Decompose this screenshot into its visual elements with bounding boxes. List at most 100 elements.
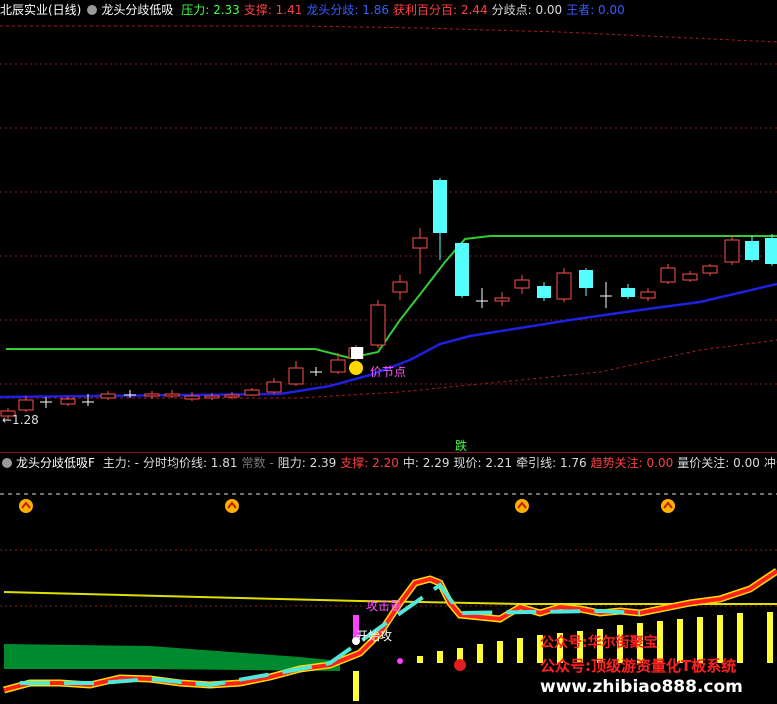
main-field-value-1: 1.41 <box>271 3 303 17</box>
main-field-label-0: 压力: <box>181 3 210 17</box>
candle-body <box>266 381 282 393</box>
sub-field-label-2: 常数 <box>241 456 266 470</box>
candle-body <box>392 281 408 293</box>
candle-body <box>370 304 386 346</box>
candle-body <box>514 279 530 289</box>
candle-body <box>765 238 777 264</box>
sub-indicator-fields: 主力: - 分时均价线: 1.81 常数 - 阻力: 2.39 支撑: 2.20 中: 2… <box>103 456 777 470</box>
candlestick-chart <box>0 25 777 420</box>
sub-field-value-7: 1.76 <box>556 456 587 470</box>
candle-body <box>433 180 447 233</box>
attack-start-label: 开始攻 <box>356 629 393 643</box>
volume-bar <box>353 671 359 701</box>
main-indicator-fields: 压力: 2.33 支撑: 1.41 龙头分歧: 1.86 获利百分百: 2.44 分歧点… <box>181 3 629 17</box>
candle-body <box>537 286 551 298</box>
volume-bar <box>767 612 773 663</box>
sub-field-label-8: 趋势关注: <box>590 456 643 470</box>
sub-field-label-10: 冲击量: <box>763 456 777 470</box>
sub-indicator-name[interactable]: 龙头分歧低吸F <box>16 456 95 470</box>
warning-icon <box>225 499 239 513</box>
sub-field-label-3: 阻力: <box>277 456 306 470</box>
resistance-envelope <box>0 25 777 43</box>
sub-field-value-3: 2.39 <box>305 456 337 470</box>
main-field-value-4: 0.00 <box>531 3 563 17</box>
candle-body <box>184 395 200 400</box>
sub-field-label-9: 量价关注: <box>677 456 730 470</box>
candle-body <box>702 265 718 274</box>
candle-body <box>244 389 260 396</box>
sub-field-label-5: 中: <box>402 456 419 470</box>
candle-body <box>144 393 160 397</box>
sub-field-label-7: 牵引线: <box>516 456 557 470</box>
candle-body <box>579 270 593 288</box>
candle-body <box>724 239 740 263</box>
main-field-label-5: 王者: <box>566 3 595 17</box>
attack-volume-label: 攻击量 <box>366 599 403 613</box>
volume-bar <box>517 638 523 663</box>
volume-bar <box>477 644 483 663</box>
sub-field-value-2: - <box>265 456 274 470</box>
magenta-dot <box>397 658 403 664</box>
candle-body <box>164 393 180 397</box>
main-field-value-0: 2.33 <box>209 3 240 17</box>
sub-field-label-6: 现价: <box>453 456 482 470</box>
volume-bar <box>437 651 443 663</box>
warning-icon <box>19 499 33 513</box>
candle-body <box>60 398 76 405</box>
volume-bar <box>737 613 743 663</box>
main-field-value-3: 2.44 <box>457 3 488 17</box>
main-field-value-2: 1.86 <box>358 3 389 17</box>
candle-body <box>660 267 676 283</box>
candle-body <box>288 367 304 385</box>
sub-field-value-9: 0.00 <box>729 456 760 470</box>
settings-circle-icon[interactable] <box>87 5 98 15</box>
candle-body <box>204 395 220 399</box>
watermark-1: 公众号:华尔街聚宝 <box>540 635 658 651</box>
candle-body <box>682 273 698 281</box>
candle-body <box>455 243 469 296</box>
candle-body <box>621 288 635 297</box>
price-pointer-label: ←1.28 <box>2 413 39 427</box>
main-field-label-4: 分歧点: <box>491 3 532 17</box>
candle-body <box>18 399 34 411</box>
watermark-3: www.zhibiao888.com <box>540 677 743 697</box>
sub-field-value-8: 0.00 <box>642 456 674 470</box>
sub-field-label-0: 主力: <box>102 456 131 470</box>
node-label: 价节点 <box>370 365 407 379</box>
main-indicator-name[interactable]: 龙头分歧低吸 <box>101 3 173 17</box>
watermark-2: 公众号:顶级游资量化T板系统 <box>540 657 737 675</box>
main-indicator-header: 北辰实业(日线) 龙头分歧低吸 压力: 2.33 支撑: 1.41 龙头分歧: 1.8… <box>0 0 777 20</box>
candle-body <box>494 297 510 302</box>
sub-field-value-4: 2.20 <box>368 456 399 470</box>
sub-indicator-header: 龙头分歧低吸F 主力: - 分时均价线: 1.81 常数 - 阻力: 2.39 支撑: … <box>0 453 777 473</box>
main-force-area <box>4 644 340 671</box>
candle-body <box>556 272 572 300</box>
candle-body <box>330 359 346 373</box>
sub-field-value-1: 1.81 <box>206 456 238 470</box>
main-field-label-2: 龙头分歧: <box>306 3 359 17</box>
divergence-line <box>0 282 777 399</box>
candle-body <box>745 241 759 260</box>
sub-field-value-0: - <box>130 456 139 470</box>
warning-icon <box>515 499 529 513</box>
smile-icon <box>349 361 363 375</box>
main-field-value-5: 0.00 <box>594 3 625 17</box>
volume-bar <box>417 656 423 663</box>
sub-field-value-5: 2.29 <box>418 456 450 470</box>
candle-body <box>640 291 656 299</box>
candle-body <box>100 393 116 399</box>
red-ball-icon <box>454 659 466 671</box>
main-field-label-3: 获利百分百: <box>393 3 458 17</box>
sub-field-value-6: 2.21 <box>481 456 513 470</box>
sub-field-label-4: 支撑: <box>340 456 369 470</box>
stock-name: 北辰实业(日线) <box>0 3 82 17</box>
sub-field-label-1: 分时均价线: <box>142 456 207 470</box>
warning-icon <box>661 499 675 513</box>
candle-body <box>224 394 240 398</box>
signal-candle <box>351 347 363 359</box>
candle-body <box>412 237 428 249</box>
main-field-label-1: 支撑: <box>243 3 272 17</box>
settings-circle-icon[interactable] <box>2 458 12 468</box>
pressure-line <box>6 235 777 360</box>
volume-bar <box>497 641 503 663</box>
